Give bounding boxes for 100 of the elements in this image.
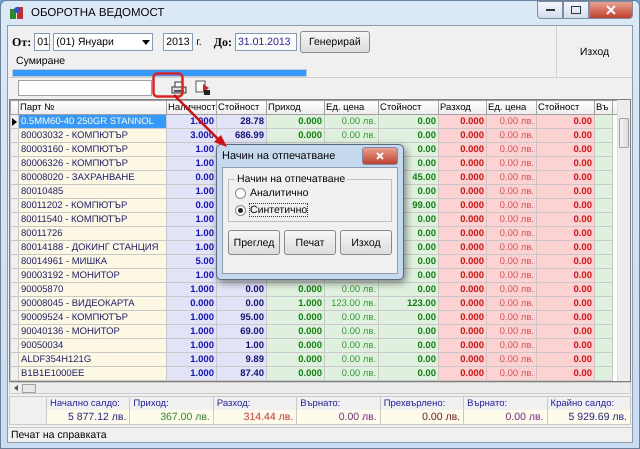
close-icon bbox=[606, 5, 616, 15]
table-cell: 1.000 bbox=[166, 366, 216, 380]
to-date-field[interactable]: 31.01.2013 bbox=[234, 33, 297, 51]
horizontal-scrollbar[interactable] bbox=[9, 382, 631, 394]
table-cell: 90005870 bbox=[18, 282, 166, 296]
column-header[interactable]: Приход bbox=[266, 100, 324, 114]
table-cell: 0.000 bbox=[438, 142, 486, 156]
minimize-button[interactable] bbox=[537, 1, 563, 19]
table-cell: 87.40 bbox=[216, 366, 266, 380]
group-label: Начин на отпечатване bbox=[236, 173, 346, 185]
dropdown-arrow-icon bbox=[142, 40, 150, 44]
column-header[interactable]: Стойност bbox=[216, 100, 266, 114]
dialog-button[interactable]: Изход bbox=[340, 230, 392, 255]
table-cell: 0.00 лв. bbox=[324, 324, 378, 338]
table-cell: 0.00 лв. bbox=[324, 114, 378, 128]
table-cell: 1.00 bbox=[166, 240, 216, 254]
table-cell: 1.000 bbox=[266, 296, 324, 310]
scroll-left-icon[interactable] bbox=[14, 385, 18, 391]
dialog-button[interactable]: Печат bbox=[284, 230, 336, 255]
month-dropdown[interactable]: (01) Януари bbox=[53, 33, 154, 51]
table-cell: 0.00 bbox=[536, 142, 594, 156]
table-cell: 0.00 bbox=[536, 310, 594, 324]
table-cell: 0.00 bbox=[378, 324, 438, 338]
column-header[interactable]: Стойност bbox=[378, 100, 438, 114]
dialog-button[interactable]: Преглед bbox=[228, 230, 280, 255]
table-cell: 90050034 bbox=[18, 338, 166, 352]
scroll-thumb[interactable] bbox=[22, 384, 36, 392]
table-cell: 1.000 bbox=[166, 338, 216, 352]
table-cell: 0.00 лв. bbox=[324, 352, 378, 366]
year-field[interactable]: 2013 bbox=[163, 33, 194, 51]
table-cell: 0.000 bbox=[438, 128, 486, 142]
column-header[interactable]: Стойност bbox=[536, 100, 594, 114]
table-cell: 0.000 bbox=[438, 296, 486, 310]
table-cell: 80003160 - КОМПЮТЪР bbox=[18, 142, 166, 156]
column-header[interactable]: Въ bbox=[594, 100, 612, 114]
table-cell: 0.00 лв. bbox=[486, 184, 536, 198]
table-cell: 123.00 лв. bbox=[324, 296, 378, 310]
table-cell: 0.00 bbox=[378, 366, 438, 380]
table-cell: 0.00 bbox=[216, 296, 266, 310]
maximize-button[interactable] bbox=[563, 1, 589, 19]
window-title: ОБОРОТНА ВЕДОМОСТ bbox=[31, 7, 166, 19]
radio-label[interactable]: Синтетично bbox=[250, 204, 308, 216]
table-cell: 0.00 bbox=[536, 366, 594, 380]
close-button[interactable] bbox=[589, 1, 633, 19]
table-cell: 0.00 лв. bbox=[486, 352, 536, 366]
status-text: Печат на справката bbox=[8, 427, 632, 442]
table-cell: 0.00 bbox=[536, 254, 594, 268]
radio-button[interactable] bbox=[235, 188, 246, 198]
table-cell: 0.00 bbox=[536, 324, 594, 338]
to-label: До: bbox=[214, 34, 232, 50]
close-icon bbox=[376, 152, 384, 160]
table-cell: 0.00 bbox=[536, 128, 594, 142]
generate-button[interactable]: Генерирай bbox=[300, 31, 370, 53]
total-value: 5 929.69 лв. bbox=[548, 410, 630, 424]
total-value: 0.00 лв. bbox=[464, 410, 547, 424]
column-header[interactable]: Ед. цена bbox=[486, 100, 536, 114]
row-pointer-icon bbox=[12, 118, 17, 126]
table-cell: 0.00 лв. bbox=[486, 296, 536, 310]
column-header[interactable]: Парт № bbox=[18, 100, 166, 114]
table-cell: 1.00 bbox=[166, 268, 216, 282]
dialog-close-button[interactable] bbox=[362, 147, 398, 165]
table-cell: 0.000 bbox=[438, 268, 486, 282]
total-value: 314.44 лв. bbox=[214, 410, 296, 424]
table-cell: 0.00 bbox=[378, 338, 438, 352]
highlight-frame bbox=[152, 72, 184, 98]
table-cell: 95.00 bbox=[216, 310, 266, 324]
table-cell: 80011726 bbox=[18, 226, 166, 240]
search-field[interactable] bbox=[18, 80, 152, 96]
scroll-thumb[interactable] bbox=[619, 118, 629, 148]
table-cell: 0.000 bbox=[266, 338, 324, 352]
table-cell: 0.000 bbox=[438, 310, 486, 324]
table-cell: 0.000 bbox=[438, 212, 486, 226]
table-cell: 0.00 bbox=[536, 226, 594, 240]
total-value: 0.00 лв. bbox=[297, 410, 380, 424]
table-cell: 0.00 bbox=[536, 352, 594, 366]
day-field[interactable]: 01 bbox=[34, 33, 50, 51]
radio-label[interactable]: Аналитично bbox=[250, 187, 308, 199]
export-icon[interactable] bbox=[194, 79, 212, 97]
column-header[interactable]: Разход bbox=[438, 100, 486, 114]
table-cell: 0.00 bbox=[536, 282, 594, 296]
table-cell: 0.000 bbox=[266, 282, 324, 296]
table-cell: 0.00 лв. bbox=[486, 366, 536, 380]
table-cell: 0.00 лв. bbox=[486, 282, 536, 296]
table-cell: 0.00 лв. bbox=[324, 128, 378, 142]
column-header[interactable]: Ед. цена bbox=[324, 100, 378, 114]
radio-button[interactable] bbox=[235, 204, 246, 216]
table-cell: 0.00 bbox=[536, 114, 594, 128]
table-cell: 0.00 лв. bbox=[486, 324, 536, 338]
table-cell: 1.000 bbox=[166, 310, 216, 324]
total-value: 0.00 лв. bbox=[380, 410, 464, 424]
table-cell: 0.000 bbox=[438, 338, 486, 352]
table-cell: 80006326 - КОМПЮТЪР bbox=[18, 156, 166, 170]
table-cell: 0.00 лв. bbox=[486, 156, 536, 170]
progress-label: Сумиране bbox=[15, 55, 66, 67]
table-cell: 0.000 bbox=[438, 366, 486, 380]
table-cell: 0.00 bbox=[216, 282, 266, 296]
vertical-scrollbar[interactable] bbox=[617, 100, 630, 381]
table-cell: 0.00 лв. bbox=[486, 240, 536, 254]
table-cell: 0.000 bbox=[266, 114, 324, 128]
table-cell: 0.00 bbox=[378, 114, 438, 128]
